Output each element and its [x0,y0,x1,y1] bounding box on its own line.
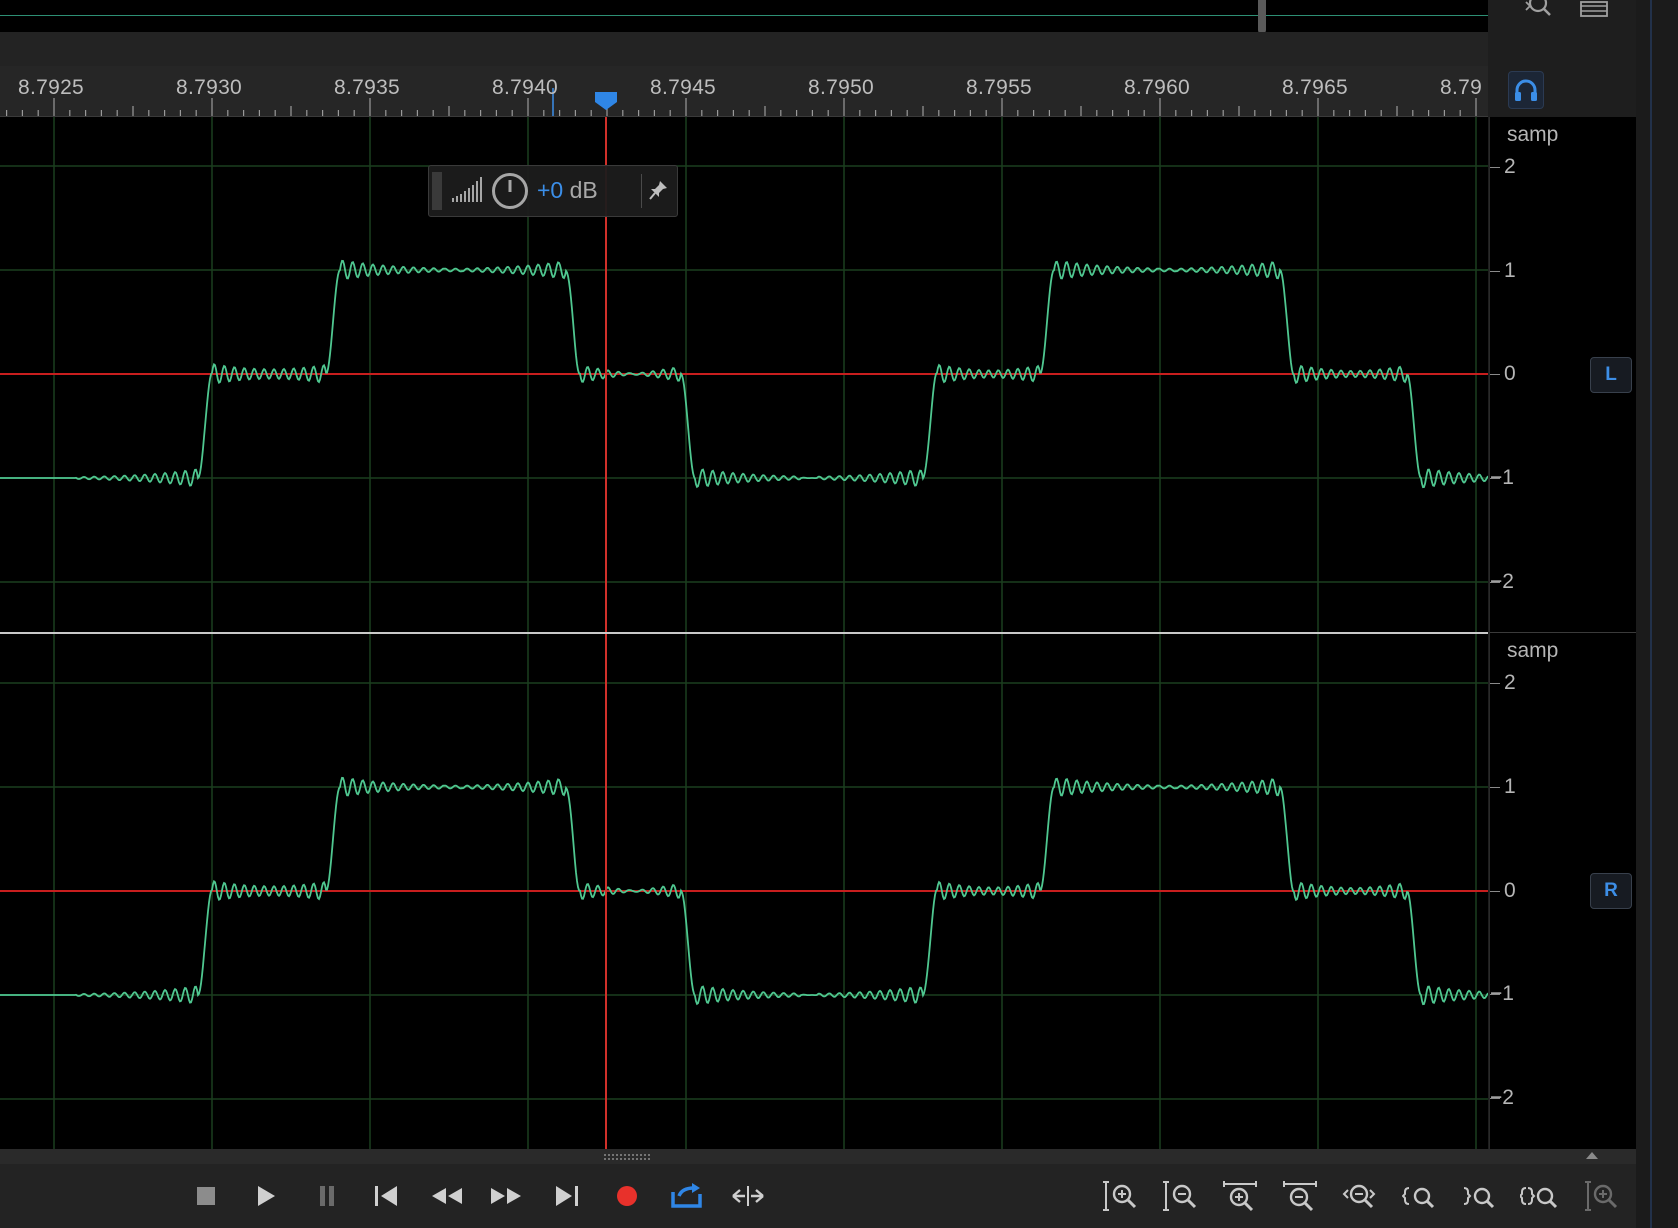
channel-right-button[interactable]: R [1590,873,1632,909]
ruler-tick-label: 8.7965 [1282,76,1349,99]
amplitude-scale-panel[interactable]: samp 2 1 0 −1 −2 L samp 2 1 0 −1 −2 R [1489,117,1636,1149]
amp-tick [1490,683,1500,684]
play-icon [258,1186,275,1206]
ruler-tick-label: 8.7935 [334,76,401,99]
zoom-selection-left-icon [1402,1187,1435,1209]
zoom-selection-right-icon [1463,1187,1495,1209]
ruler-tick-label: 8.79 [1440,76,1483,99]
gain-readout[interactable]: +0 dB [537,177,598,204]
ruler-tick-label: 8.7955 [966,76,1033,99]
horizontal-scroll-strip[interactable] [0,1149,1636,1164]
amp-label: −1 [1490,466,1514,489]
panel-border-line [1650,0,1652,1228]
collapse-arrow-icon[interactable] [1586,1152,1598,1159]
loop-icon [671,1183,702,1208]
zoom-out-amplitude-icon [1163,1181,1197,1211]
zoom-out-amplitude-button[interactable] [1158,1164,1202,1228]
overview-gap [0,32,1488,66]
gain-value: +0 [537,177,564,203]
amp-tick [1490,167,1500,168]
hud-separator [641,174,642,208]
unit-label-left: samp [1507,123,1559,146]
stop-button[interactable] [184,1164,228,1228]
unit-label-right: samp [1507,639,1559,662]
record-button[interactable] [605,1164,649,1228]
amp-label: 2 [1504,671,1516,694]
loop-button[interactable] [665,1164,709,1228]
gain-hud[interactable]: +0 dB [428,165,678,217]
fast-forward-icon [491,1188,521,1204]
amp-tick [1490,787,1500,788]
amp-label: −1 [1490,982,1514,1005]
zoom-selection-both-icon [1520,1187,1558,1209]
headphone-monitor-button[interactable] [1508,71,1544,109]
ruler-tick-label: 8.7930 [176,76,243,99]
left-waveform [0,117,1488,632]
amp-label: 1 [1504,259,1516,282]
playhead-handle[interactable] [595,92,617,110]
zoom-out-full-button[interactable] [1338,1164,1382,1228]
ruler-tick-label: 8.7950 [808,76,875,99]
zoom-in-amplitude-button[interactable] [1098,1164,1142,1228]
amp-tick [1490,891,1500,892]
overview-strip[interactable] [0,0,1488,34]
zoom-in-amplitude-icon [1103,1181,1137,1211]
zoom-selection-right-button[interactable] [1458,1164,1502,1228]
skip-selection-icon [732,1186,764,1206]
amp-label: 0 [1504,362,1516,385]
pause-button[interactable] [305,1164,349,1228]
rewind-button[interactable] [425,1164,469,1228]
ruler-tick-label: 8.7945 [650,76,717,99]
headphones-icon [1515,79,1537,101]
amp-tick [1490,374,1500,375]
amp-label: 2 [1504,155,1516,178]
ruler-tick-label: 8.7925 [18,76,85,99]
right-panel-edge [1636,0,1678,1228]
go-to-start-button[interactable] [364,1164,408,1228]
stop-icon [197,1187,215,1205]
pin-icon[interactable] [648,178,670,202]
scale-separator [1490,632,1636,633]
pause-icon [320,1186,334,1206]
level-bars-icon [452,177,482,202]
zoom-in-playhead-button[interactable] [1580,1164,1624,1228]
zoom-out-time-button[interactable] [1278,1164,1322,1228]
hud-drag-grip[interactable] [432,172,442,210]
rewind-icon [432,1188,462,1204]
channel-left-waveform-pane[interactable] [0,117,1488,632]
ruler-tick-label: 8.7940 [492,76,559,99]
skip-back-icon [375,1186,397,1206]
channel-right-waveform-pane[interactable] [0,634,1488,1149]
fast-forward-button[interactable] [484,1164,528,1228]
amp-label: 1 [1504,775,1516,798]
time-ruler[interactable]: 8.7925 8.7930 8.7935 8.7940 8.7945 8.7950 8.79… [0,66,1488,117]
amp-tick [1490,271,1500,272]
amp-label: 0 [1504,879,1516,902]
zoom-in-playhead-icon [1585,1181,1618,1211]
go-to-end-button[interactable] [545,1164,589,1228]
play-button[interactable] [244,1164,288,1228]
ruler-tick-label: 8.7960 [1124,76,1191,99]
skip-forward-icon [556,1186,578,1206]
overview-scroll-thumb[interactable] [1258,0,1266,34]
zoom-navigator-icon[interactable] [1522,0,1556,22]
amp-label: −2 [1490,1086,1514,1109]
zoom-out-time-icon [1283,1181,1317,1212]
zoom-to-selection-button[interactable] [1398,1164,1442,1228]
right-waveform [0,634,1488,1149]
zoom-selection-both-button[interactable] [1518,1164,1562,1228]
record-icon [617,1186,637,1206]
zoom-in-time-button[interactable] [1218,1164,1262,1228]
panel-menu-icon[interactable] [1578,0,1612,22]
resize-grip[interactable] [603,1153,651,1160]
amp-label: −2 [1490,570,1514,593]
gain-unit: dB [569,177,598,203]
channel-left-button[interactable]: L [1590,357,1632,393]
gain-knob-icon[interactable] [490,171,530,211]
zoom-out-full-icon [1342,1184,1376,1209]
transport-bar [0,1164,1636,1228]
skip-selection-button[interactable] [726,1164,770,1228]
zoom-in-time-icon [1223,1181,1257,1212]
